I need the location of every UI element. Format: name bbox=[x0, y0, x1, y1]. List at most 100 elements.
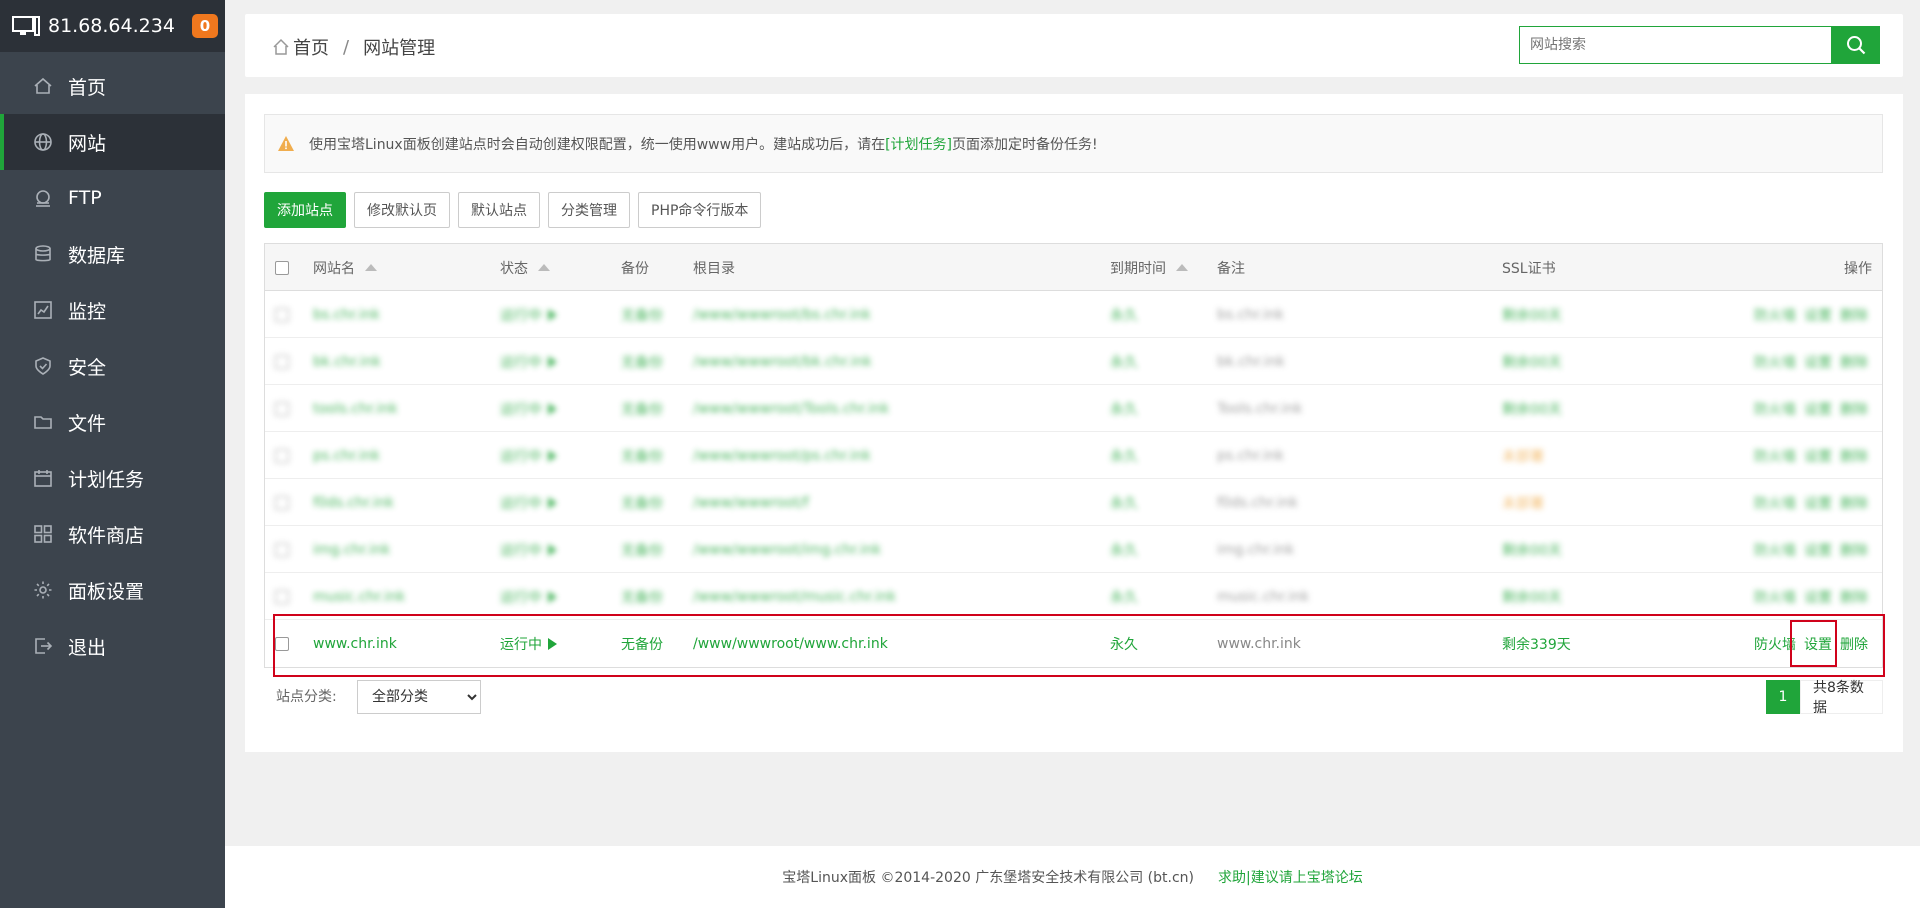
settings-button[interactable]: 设置 bbox=[1800, 399, 1836, 419]
page-number-current[interactable]: 1 bbox=[1766, 680, 1800, 714]
row-checkbox[interactable] bbox=[275, 307, 289, 322]
root-dir-link[interactable]: /www/wwwroot/img.chr.ink bbox=[693, 542, 881, 558]
ssl-status[interactable]: 剩余00天 bbox=[1502, 587, 1562, 607]
root-dir-link[interactable]: /www/wwwroot/music.chr.ink bbox=[693, 589, 896, 605]
status-text[interactable]: 运行中 bbox=[500, 352, 542, 372]
delete-button[interactable]: 删除 bbox=[1836, 305, 1872, 325]
sidebar-item-7[interactable]: 计划任务 bbox=[0, 450, 225, 506]
backup-link[interactable]: 无备份 bbox=[621, 399, 663, 419]
backup-link[interactable]: 无备份 bbox=[621, 587, 663, 607]
backup-link[interactable]: 无备份 bbox=[621, 305, 663, 325]
row-checkbox[interactable] bbox=[275, 636, 289, 651]
row-checkbox[interactable] bbox=[275, 495, 289, 510]
expire-text[interactable]: 永久 bbox=[1110, 587, 1138, 607]
row-checkbox[interactable] bbox=[275, 448, 289, 463]
firewall-button[interactable]: 防火墙 bbox=[1750, 446, 1800, 466]
ssl-status[interactable]: 未部署 bbox=[1502, 446, 1544, 466]
note-text[interactable]: f0ds.chr.ink bbox=[1217, 495, 1298, 511]
ssl-status[interactable]: 剩余00天 bbox=[1502, 540, 1562, 560]
firewall-button[interactable]: 防火墙 bbox=[1750, 634, 1800, 654]
settings-button[interactable]: 设置 bbox=[1800, 493, 1836, 513]
row-checkbox[interactable] bbox=[275, 401, 289, 416]
delete-button[interactable]: 删除 bbox=[1836, 493, 1872, 513]
expire-text[interactable]: 永久 bbox=[1110, 352, 1138, 372]
status-text[interactable]: 运行中 bbox=[500, 493, 542, 513]
firewall-button[interactable]: 防火墙 bbox=[1750, 540, 1800, 560]
settings-button[interactable]: 设置 bbox=[1800, 446, 1836, 466]
expire-text[interactable]: 永久 bbox=[1110, 399, 1138, 419]
status-text[interactable]: 运行中 bbox=[500, 399, 542, 419]
firewall-button[interactable]: 防火墙 bbox=[1750, 399, 1800, 419]
settings-button[interactable]: 设置 bbox=[1800, 305, 1836, 325]
sidebar-item-4[interactable]: 监控 bbox=[0, 282, 225, 338]
notification-badge[interactable]: 0 bbox=[192, 14, 218, 38]
backup-link[interactable]: 无备份 bbox=[621, 446, 663, 466]
note-text[interactable]: bk.chr.ink bbox=[1217, 354, 1285, 370]
play-icon[interactable] bbox=[548, 637, 557, 650]
forum-help-link[interactable]: 求助|建议请上宝塔论坛 bbox=[1218, 867, 1363, 887]
header-expire[interactable]: 到期时间 bbox=[1110, 258, 1166, 278]
ssl-status[interactable]: 剩余00天 bbox=[1502, 352, 1562, 372]
sort-up-icon[interactable] bbox=[365, 264, 377, 271]
sidebar-item-5[interactable]: 安全 bbox=[0, 338, 225, 394]
status-text[interactable]: 运行中 bbox=[500, 446, 542, 466]
firewall-button[interactable]: 防火墙 bbox=[1750, 305, 1800, 325]
backup-link[interactable]: 无备份 bbox=[621, 634, 663, 654]
sidebar-item-6[interactable]: 文件 bbox=[0, 394, 225, 450]
expire-text[interactable]: 永久 bbox=[1110, 493, 1138, 513]
sort-up-icon[interactable] bbox=[1176, 264, 1188, 271]
expire-text[interactable]: 永久 bbox=[1110, 540, 1138, 560]
delete-button[interactable]: 删除 bbox=[1836, 587, 1872, 607]
root-dir-link[interactable]: /www/wwwroot/bk.chr.ink bbox=[693, 354, 872, 370]
site-name-link[interactable]: bk.chr.ink bbox=[313, 354, 381, 370]
modify-default-page-button[interactable]: 修改默认页 bbox=[354, 192, 450, 228]
site-name-link[interactable]: tools.chr.ink bbox=[313, 401, 398, 417]
note-text[interactable]: img.chr.ink bbox=[1217, 542, 1294, 558]
search-button[interactable] bbox=[1831, 26, 1880, 64]
root-dir-link[interactable]: /www/wwwroot/www.chr.ink bbox=[693, 636, 888, 652]
add-site-button[interactable]: 添加站点 bbox=[264, 192, 346, 228]
site-name-link[interactable]: ps.chr.ink bbox=[313, 448, 380, 464]
delete-button[interactable]: 删除 bbox=[1836, 540, 1872, 560]
delete-button[interactable]: 删除 bbox=[1836, 446, 1872, 466]
header-name[interactable]: 网站名 bbox=[313, 258, 355, 278]
play-icon[interactable] bbox=[548, 449, 557, 462]
delete-button[interactable]: 删除 bbox=[1836, 399, 1872, 419]
sidebar-item-1[interactable]: 网站 bbox=[0, 114, 225, 170]
sidebar-item-9[interactable]: 面板设置 bbox=[0, 562, 225, 618]
note-text[interactable]: ps.chr.ink bbox=[1217, 448, 1284, 464]
play-icon[interactable] bbox=[548, 543, 557, 556]
play-icon[interactable] bbox=[548, 590, 557, 603]
firewall-button[interactable]: 防火墙 bbox=[1750, 587, 1800, 607]
backup-link[interactable]: 无备份 bbox=[621, 540, 663, 560]
status-text[interactable]: 运行中 bbox=[500, 587, 542, 607]
play-icon[interactable] bbox=[548, 355, 557, 368]
root-dir-link[interactable]: /www/wwwroot/bs.chr.ink bbox=[693, 307, 871, 323]
play-icon[interactable] bbox=[548, 402, 557, 415]
firewall-button[interactable]: 防火墙 bbox=[1750, 493, 1800, 513]
ssl-status[interactable]: 剩余00天 bbox=[1502, 399, 1562, 419]
category-select[interactable]: 全部分类 bbox=[357, 680, 481, 714]
sidebar-item-8[interactable]: 软件商店 bbox=[0, 506, 225, 562]
sort-up-icon[interactable] bbox=[538, 264, 550, 271]
note-text[interactable]: www.chr.ink bbox=[1217, 636, 1301, 652]
status-text[interactable]: 运行中 bbox=[500, 634, 542, 654]
expire-text[interactable]: 永久 bbox=[1110, 305, 1138, 325]
cron-task-link[interactable]: [计划任务] bbox=[885, 134, 952, 154]
expire-text[interactable]: 永久 bbox=[1110, 446, 1138, 466]
ssl-status[interactable]: 剩余00天 bbox=[1502, 305, 1562, 325]
site-name-link[interactable]: bs.chr.ink bbox=[313, 307, 380, 323]
settings-button[interactable]: 设置 bbox=[1800, 634, 1836, 654]
root-dir-link[interactable]: /www/wwwroot/Tools.chr.ink bbox=[693, 401, 889, 417]
select-all-checkbox[interactable] bbox=[275, 260, 289, 275]
note-text[interactable]: music.chr.ink bbox=[1217, 589, 1309, 605]
sidebar-item-0[interactable]: 首页 bbox=[0, 58, 225, 114]
header-status[interactable]: 状态 bbox=[500, 258, 528, 278]
row-checkbox[interactable] bbox=[275, 542, 289, 557]
row-checkbox[interactable] bbox=[275, 354, 289, 369]
status-text[interactable]: 运行中 bbox=[500, 540, 542, 560]
play-icon[interactable] bbox=[548, 308, 557, 321]
root-dir-link[interactable]: /www/wwwroot/ps.chr.ink bbox=[693, 448, 871, 464]
sidebar-item-2[interactable]: FTP bbox=[0, 170, 225, 226]
status-text[interactable]: 运行中 bbox=[500, 305, 542, 325]
